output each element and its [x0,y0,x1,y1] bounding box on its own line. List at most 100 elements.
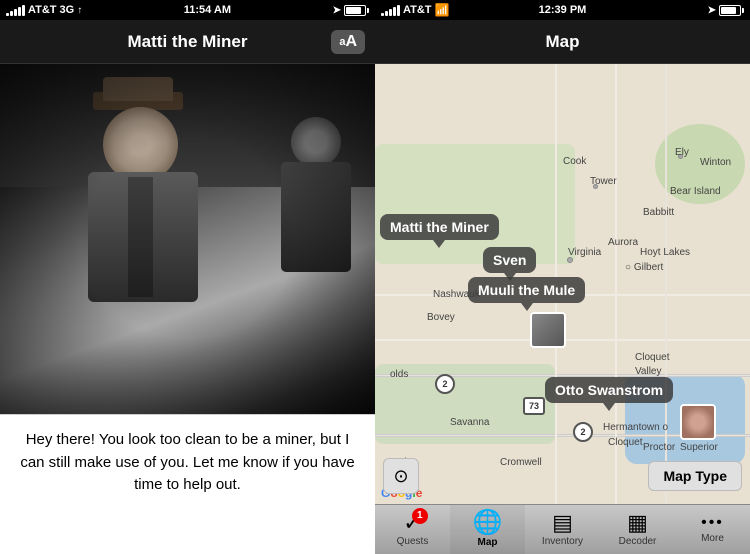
city-label-hermantown: Hermantown o [603,422,668,433]
right-title: Map [546,32,580,52]
right-battery-tip [742,8,744,13]
r-signal-5 [397,5,400,16]
city-label-bear-island: Bear Island [670,186,721,197]
left-title: Matti the Miner [128,32,248,52]
city-label-savanna: Savanna [450,417,489,428]
left-image-area [0,64,375,414]
signal-bar-3 [14,9,17,16]
left-status-bar: AT&T 3G ↑ 11:54 AM ➤ [0,0,375,20]
left-header: Matti the Miner a A [0,20,375,64]
more-icon: ••• [701,515,724,531]
right-battery: ➤ [708,5,744,16]
map-background: Cook Tower Ely Winton Bear Island Babbit… [375,64,750,504]
right-battery-body [719,5,741,16]
left-text-area: Hey there! You look too clean to be a mi… [0,414,375,554]
battery-tip [367,8,369,13]
location-icon: ➤ [333,5,341,16]
character-dialogue: Hey there! You look too clean to be a mi… [16,429,359,497]
right-screen: AT&T 📶 12:39 PM ➤ Map [375,0,750,554]
city-label-tower: Tower [590,176,617,187]
r-signal-2 [385,11,388,16]
map-type-label: Map Type [663,468,727,484]
road-shield-73: 73 [523,397,545,415]
decoder-label: Decoder [619,536,657,547]
inventory-label: Inventory [542,536,583,547]
big-a-icon: A [345,33,357,51]
location-button[interactable]: ⊙ [383,458,419,494]
bg-body [281,162,351,272]
signal-bar-4 [18,7,21,16]
tab-decoder[interactable]: ▦ Decoder [600,505,675,554]
callout-muuli[interactable]: Muuli the Mule [468,277,585,303]
font-size-button[interactable]: a A [331,30,365,54]
left-screen: AT&T 3G ↑ 11:54 AM ➤ Matti the Miner a A [0,0,375,554]
map-pin-photo-otto [680,404,716,440]
bg-head [291,117,341,167]
miner-head [103,107,178,182]
signal-bar-1 [6,13,9,16]
tab-map[interactable]: 🌐 Map [450,505,525,554]
city-label-ely: Ely [675,147,689,158]
r-signal-4 [393,7,396,16]
map-tab-icon: 🌐 [473,511,503,535]
city-label-bovey: Bovey [427,312,455,323]
city-label-virginia: Virginia [568,247,601,258]
right-battery-fill [721,7,736,14]
right-carrier: AT&T [403,4,432,16]
road-shield-2-right: 2 [573,422,593,442]
tab-inventory[interactable]: ▤ Inventory [525,505,600,554]
quests-label: Quests [397,536,429,547]
map-area[interactable]: Cook Tower Ely Winton Bear Island Babbit… [375,64,750,504]
left-network: 3G [60,4,75,16]
signal-bar-2 [10,11,13,16]
right-status-bar: AT&T 📶 12:39 PM ➤ [375,0,750,20]
quests-icon: ✓ 1 [403,512,421,534]
left-signal-icon: ↑ [77,5,82,16]
signal-bars [6,5,25,16]
map-pin-photo-muuli [530,312,566,348]
miner-hat-top [103,77,173,101]
callout-sven[interactable]: Sven [483,247,536,273]
tab-quests[interactable]: ✓ 1 Quests [375,505,450,554]
callout-otto[interactable]: Otto Swanstrom [545,377,673,403]
right-carrier-info: AT&T 📶 [381,3,449,17]
left-carrier-info: AT&T 3G ↑ [6,4,82,16]
map-controls: ⊙ Map Type [375,454,750,498]
road-shield-2-left: 2 [435,374,455,394]
right-header: Map [375,20,750,64]
forest-1 [375,144,575,264]
city-label-babbitt: Babbitt [643,207,674,218]
city-label-superior: Superior [680,442,718,453]
more-label: More [701,533,724,544]
right-time: 12:39 PM [539,4,587,16]
city-label-cloquet: Cloquet [635,352,669,363]
callout-matti[interactable]: Matti the Miner [380,214,499,240]
city-label-cook: Cook [563,156,586,167]
city-label-hoyt-lakes: Hoyt Lakes [640,247,690,258]
bg-figure [276,117,356,277]
wifi-icon: 📶 [435,3,450,17]
callout-sven-label: Sven [493,252,526,268]
callout-otto-label: Otto Swanstrom [555,382,663,398]
city-label-aurora: Aurora [608,237,638,248]
tab-bar: ✓ 1 Quests 🌐 Map ▤ Inventory ▦ Decoder •… [375,504,750,554]
signal-bar-5 [22,5,25,16]
jacket-detail [128,177,153,297]
inventory-icon: ▤ [552,512,573,534]
right-signal-bars [381,5,400,16]
tab-more[interactable]: ••• More [675,505,750,554]
city-label-gilbert: ○ Gilbert [625,262,663,273]
left-carrier: AT&T [28,4,57,16]
callout-matti-label: Matti the Miner [390,219,489,235]
map-type-button[interactable]: Map Type [648,461,742,491]
battery-fill [346,7,361,14]
battery-body [344,5,366,16]
city-label-proctor: Proctor [643,442,675,453]
city-label-cloquet2: Cloquet [608,437,642,448]
city-label-valley: Valley [635,366,662,377]
map-tab-label: Map [478,537,498,548]
road-v3 [665,64,667,504]
pin-photo-bg [532,314,564,346]
right-location-icon: ➤ [708,5,716,16]
otto-photo-bg [682,406,714,438]
